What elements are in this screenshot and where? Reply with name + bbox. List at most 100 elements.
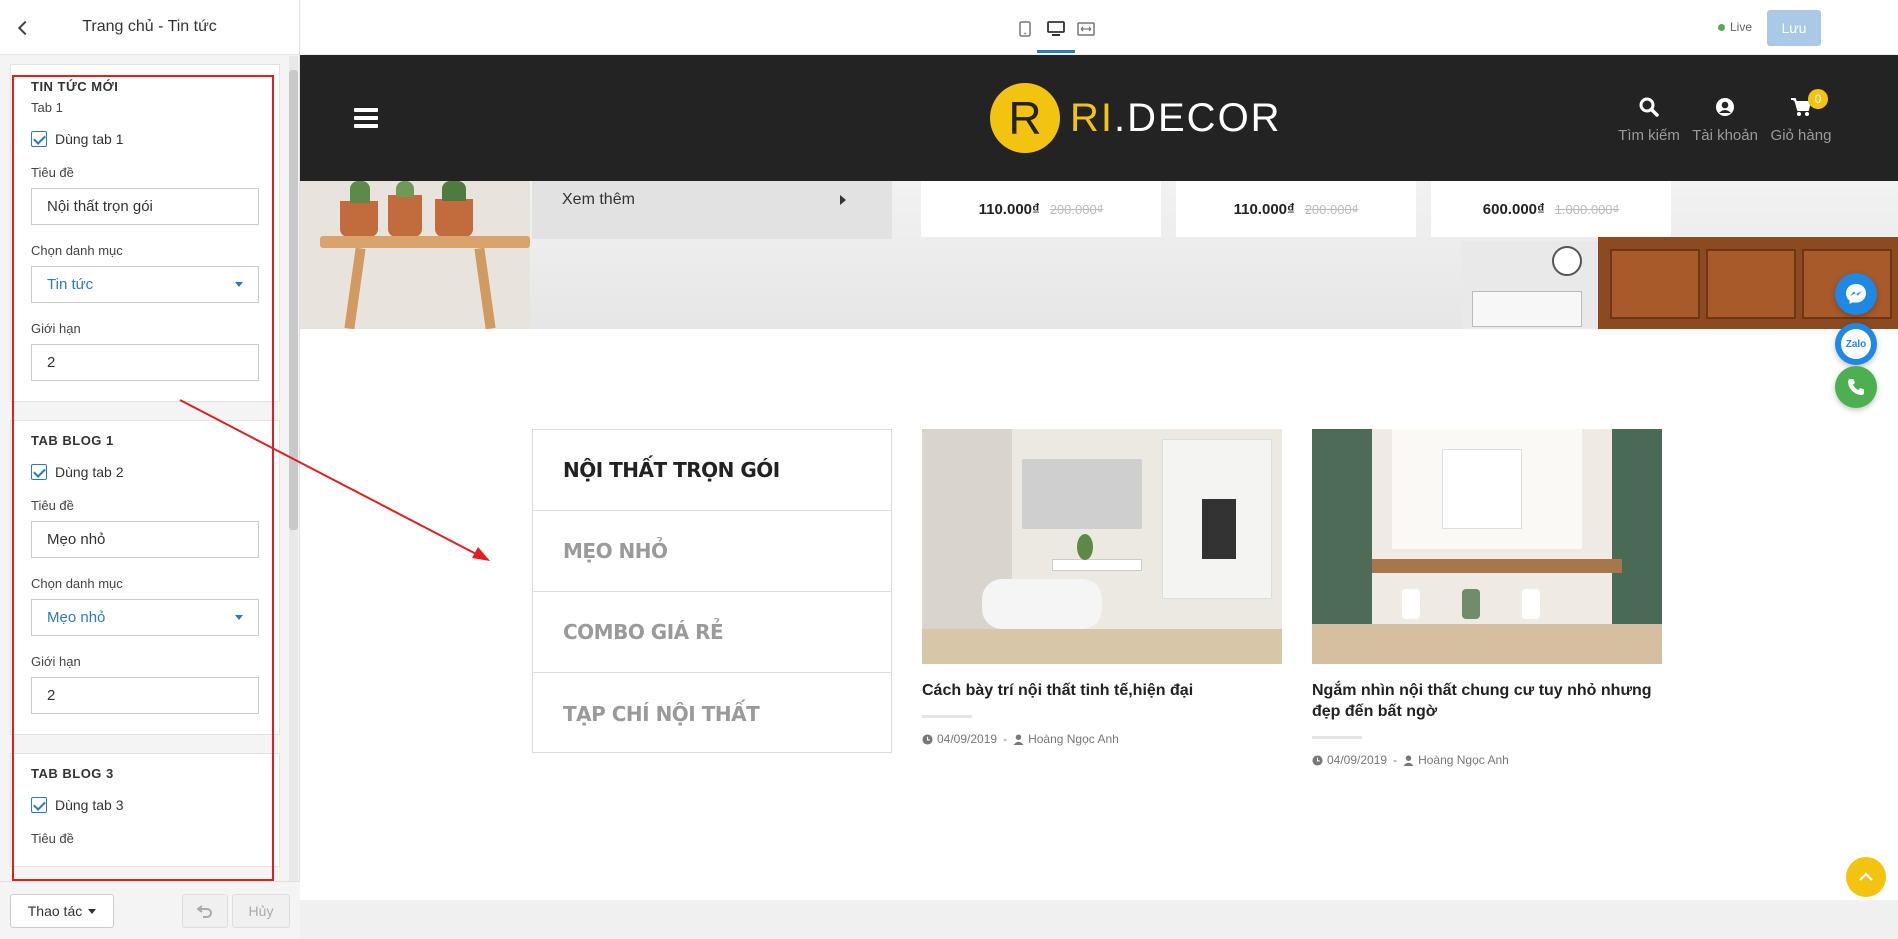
header-search[interactable]: Tìm kiếm (1614, 97, 1684, 144)
hamburger-menu-icon[interactable] (354, 108, 378, 128)
panel-title: Trang chủ - Tin tức (82, 18, 217, 35)
logo-text: RI.DECOR (1070, 96, 1282, 141)
chevron-up-icon (1859, 872, 1873, 881)
use-tab-3-checkbox[interactable]: Dùng tab 3 (31, 797, 259, 813)
live-label: Live (1730, 20, 1753, 34)
panel-scroll-area: TIN TỨC MỚI Tab 1 Dùng tab 1 Tiêu đề Nội… (10, 64, 280, 879)
user-icon (1716, 98, 1734, 116)
section-tin-tuc-moi: TIN TỨC MỚI Tab 1 Dùng tab 1 Tiêu đề Nội… (10, 64, 280, 402)
post-image-kitchen[interactable] (922, 429, 1282, 664)
post-image-apartment[interactable] (1312, 429, 1662, 664)
cancel-button[interactable]: Hủy (232, 894, 290, 928)
limit-input[interactable]: 2 (31, 677, 259, 714)
cart-label: Giỏ hàng (1770, 127, 1832, 144)
theme-editor: Trang chủ - Tin tức TIN TỨC MỚI Tab 1 Dù… (0, 0, 1898, 939)
tab-noi-that-tron-goi[interactable]: NỘI THẤT TRỌN GÓI (533, 430, 891, 511)
checkbox-checked-icon[interactable] (31, 464, 47, 480)
messenger-button[interactable] (1835, 273, 1877, 315)
panel-footer: Thao tác Hủy (0, 881, 300, 939)
product-banner: Xem thêm 110.000₫ 200.000₫ 110.000₫ 200.… (300, 181, 1898, 329)
checkbox-checked-icon[interactable] (31, 131, 47, 147)
post-meta: 04/09/2019 - Hoàng Ngọc Anh (1312, 753, 1662, 767)
blog-post-card[interactable]: Ngắm nhìn nội thất chung cư tuy nhỏ nhưn… (1312, 429, 1662, 767)
post-title[interactable]: Cách bày trí nội thất tinh tế,hiện đại (922, 680, 1282, 701)
messenger-icon (1846, 284, 1866, 304)
price-old: 200.000₫ (1049, 201, 1104, 217)
site-preview: R RI.DECOR Tìm kiếm Tài khoản 0 Giỏ hàng (300, 55, 1898, 939)
tab-meo-nho[interactable]: MẸO NHỎ (533, 511, 891, 592)
use-tab-2-checkbox[interactable]: Dùng tab 2 (31, 464, 259, 480)
price-now: 110.000₫ (978, 200, 1040, 218)
section-subtitle: Tab 1 (31, 100, 63, 115)
post-title[interactable]: Ngắm nhìn nội thất chung cư tuy nhỏ nhưn… (1312, 680, 1662, 722)
logo-text-decor: .DECOR (1114, 95, 1282, 140)
decor-books-image (1462, 241, 1602, 329)
actions-dropdown-button[interactable]: Thao tác (10, 894, 114, 928)
post-divider (922, 715, 972, 718)
use-tab-1-checkbox[interactable]: Dùng tab 1 (31, 131, 259, 147)
blog-tabs: NỘI THẤT TRỌN GÓI MẸO NHỎ COMBO GIÁ RẺ T… (532, 429, 892, 753)
zalo-button[interactable]: Zalo (1835, 323, 1877, 365)
desktop-view-icon[interactable] (1037, 18, 1075, 53)
limit-label: Giới hạn (31, 654, 81, 669)
back-to-top-button[interactable] (1846, 857, 1886, 897)
section-title: TIN TỨC MỚI (31, 79, 119, 94)
tab-tap-chi-noi-that[interactable]: TẠP CHÍ NỘI THẤT (533, 673, 891, 754)
price-card[interactable]: 110.000₫ 200.000₫ (1176, 181, 1416, 237)
title-input[interactable]: Mẹo nhỏ (31, 521, 259, 558)
price-now: 110.000₫ (1233, 200, 1295, 218)
post-meta: 04/09/2019 - Hoàng Ngọc Anh (922, 732, 1282, 746)
limit-label: Giới hạn (31, 321, 81, 336)
header-cart[interactable]: 0 Giỏ hàng (1766, 89, 1836, 144)
live-dot-icon (1718, 23, 1725, 31)
category-value: Tin tức (47, 276, 94, 293)
checkbox-label: Dùng tab 3 (55, 797, 124, 813)
title-input[interactable]: Nội thất trọn gói (31, 188, 259, 225)
caret-right-icon (840, 195, 846, 205)
search-label: Tìm kiếm (1618, 127, 1680, 144)
live-indicator[interactable]: Live (1718, 20, 1752, 34)
call-button[interactable] (1835, 366, 1877, 408)
section-tab-blog-1: TAB BLOG 1 Dùng tab 2 Tiêu đề Mẹo nhỏ Ch… (10, 420, 280, 735)
title-label: Tiêu đề (31, 165, 74, 180)
limit-input[interactable]: 2 (31, 344, 259, 381)
post-date: 04/09/2019 (1327, 753, 1388, 767)
price-old: 1.000.000₫ (1554, 201, 1620, 217)
checkbox-label: Dùng tab 1 (55, 131, 124, 147)
site-header: R RI.DECOR Tìm kiếm Tài khoản 0 Giỏ hàng (300, 55, 1898, 181)
panel-scrollbar[interactable] (289, 56, 298, 881)
undo-icon (197, 905, 212, 918)
undo-button[interactable] (182, 894, 228, 928)
mobile-view-icon[interactable] (1014, 18, 1036, 40)
see-more-link[interactable]: Xem thêm (532, 181, 892, 239)
price-now: 600.000₫ (1482, 200, 1545, 218)
preview-toolbar: Live Lưu (300, 0, 1898, 55)
price-old: 200.000₫ (1304, 201, 1359, 217)
panel-header: Trang chủ - Tin tức (0, 0, 299, 55)
plant-table-image (300, 181, 530, 329)
header-account[interactable]: Tài khoản (1690, 97, 1760, 144)
site-logo[interactable]: R RI.DECOR (990, 83, 1282, 153)
footer-strip (300, 900, 1898, 939)
zalo-icon: Zalo (1841, 329, 1871, 359)
price-card[interactable]: 110.000₫ 200.000₫ (921, 181, 1161, 237)
actions-label: Thao tác (27, 903, 83, 919)
category-select[interactable]: Mẹo nhỏ (31, 599, 259, 636)
scrollbar-thumb[interactable] (289, 70, 298, 530)
post-divider (1312, 736, 1362, 739)
tab-combo-gia-re[interactable]: COMBO GIÁ RẺ (533, 592, 891, 673)
section-title: TAB BLOG 3 (31, 766, 114, 781)
clock-icon (1312, 754, 1323, 766)
category-select[interactable]: Tin tức (31, 266, 259, 303)
fullwidth-view-icon[interactable] (1075, 18, 1097, 40)
checkbox-label: Dùng tab 2 (55, 464, 124, 480)
back-icon[interactable] (14, 18, 34, 38)
blog-post-card[interactable]: Cách bày trí nội thất tinh tế,hiện đại 0… (922, 429, 1282, 746)
cart-count-badge: 0 (1808, 89, 1828, 109)
category-label: Chọn danh mục (31, 243, 123, 258)
chevron-down-icon (235, 615, 243, 620)
logo-mark: R (990, 83, 1060, 153)
price-card[interactable]: 600.000₫ 1.000.000₫ (1431, 181, 1671, 237)
save-button[interactable]: Lưu (1767, 10, 1821, 46)
checkbox-checked-icon[interactable] (31, 797, 47, 813)
